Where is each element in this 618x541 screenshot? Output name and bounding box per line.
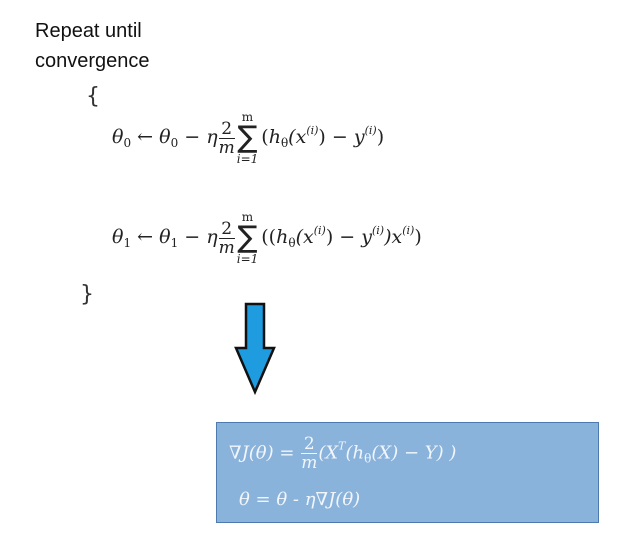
fraction-2-over-m: 2m [218,220,235,258]
x-multiplier: )x [384,226,403,248]
theta0-rhs-sub: 0 [170,136,179,150]
sup-i: (i) [306,124,319,137]
assign-arrow: ← [137,226,154,248]
x-term: (x [295,226,314,248]
gradient-equation: ∇J(θ) = 2 m (XT(hθ(X) − Y) ) [229,435,456,472]
paren-close: ) [376,126,385,148]
y-term: − y [333,226,372,248]
open-brace: { [86,84,100,109]
theta1-lhs-sub: 1 [123,236,132,250]
sigma-icon: ∑ [237,120,258,155]
sup-i: (i) [364,124,377,137]
theta0-lhs-sub: 0 [123,136,132,150]
sigma-icon: ∑ [237,220,258,255]
down-arrow-shape [234,302,276,396]
close-brace: } [80,282,94,307]
fraction-numerator: 2 [218,120,235,139]
theta1-rhs: θ [159,226,171,248]
sup-i: (i) [402,224,415,237]
fraction-2-over-m: 2m [218,120,235,158]
hypothesis: h [268,126,281,148]
paren-close: ) [414,226,422,248]
theta0-rhs: θ [159,126,171,148]
sum-lower-limit: i=1 [236,252,259,266]
hypothesis-sub: θ [288,236,296,250]
minus-sign: − [184,226,201,248]
assign-arrow: ← [137,126,154,148]
x-term: (x [288,126,307,148]
learning-rate: η [206,226,218,248]
theta1-lhs: θ [112,226,124,248]
fraction-denominator: m [301,453,318,473]
theta0-lhs: θ [112,126,124,148]
vector-update-equation: θ = θ - η∇J(θ) [239,489,361,510]
hypothesis: (h [345,442,365,464]
sup-i: (i) [371,224,385,237]
intro-text: Repeat until convergence [35,16,150,76]
theta1-rhs-sub: 1 [170,236,179,250]
theta1-update-equation: θ1 ← θ1 − η 2 m m ∑ i=1 ((hθ(x(i)) − y(i))x(i)… [112,210,422,266]
minus-sign: − [184,126,201,148]
x-transpose: (X [318,442,339,464]
down-arrow-icon [234,302,276,396]
sup-i: (i) [313,224,326,237]
gradient-lhs: ∇J(θ) = [229,442,301,464]
paren-open: ( [261,126,269,148]
y-term: − y [325,126,365,148]
fraction-numerator: 2 [218,220,235,239]
fraction-denominator: m [218,137,235,158]
theta0-update-equation: θ0 ← θ0 − η 2 m m ∑ i=1 (hθ(x(i)) − y(i)) [112,110,384,166]
fraction-numerator: 2 [301,435,318,454]
gradient-rest: (X) − Y) ) [371,442,457,464]
fraction-denominator: m [218,237,235,258]
paren-close: ) [318,126,326,148]
hypothesis: h [276,226,289,248]
summation: m ∑ i=1 [237,110,259,166]
intro-line-2: convergence [35,50,150,72]
summation: m ∑ i=1 [237,210,259,266]
intro-line-1: Repeat until [35,20,142,42]
sup-transpose: T [338,439,346,453]
fraction-2-over-m: 2m [301,435,318,473]
vectorized-update-box: ∇J(θ) = 2 m (XT(hθ(X) − Y) ) θ = θ - η∇J(θ… [216,422,599,523]
learning-rate: η [206,126,218,148]
sum-lower-limit: i=1 [236,152,259,166]
paren-open: (( [261,226,277,248]
